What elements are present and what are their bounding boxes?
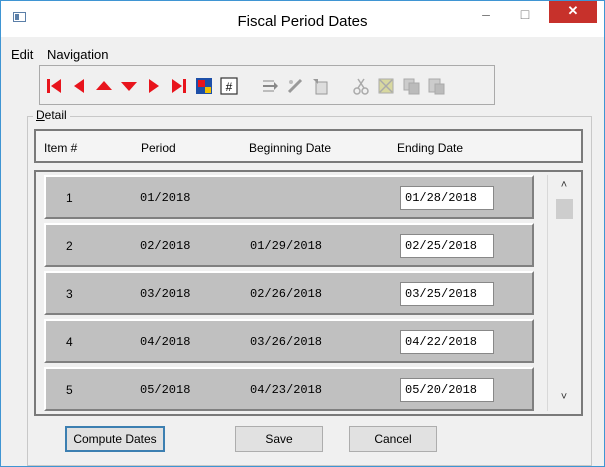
period-value: 05/2018 <box>140 383 191 397</box>
period-value: 03/2018 <box>140 287 191 301</box>
edit-icon[interactable] <box>283 74 307 98</box>
detail-list: 1 01/2018 01/28/2018 2 02/2018 01/29/201… <box>34 170 583 416</box>
table-row[interactable]: 3 03/2018 02/26/2018 03/25/2018 <box>44 271 534 315</box>
toolbar: # <box>39 65 495 105</box>
compute-dates-button[interactable]: Compute Dates <box>65 426 165 452</box>
beginning-date-value: 01/29/2018 <box>250 239 323 253</box>
ending-date-field[interactable]: 02/25/2018 <box>400 234 494 258</box>
first-record-icon[interactable] <box>42 74 66 98</box>
item-number: 1 <box>66 191 73 205</box>
new-record-icon[interactable] <box>308 74 332 98</box>
menu-edit[interactable]: Edit <box>11 47 33 62</box>
table-row[interactable]: 1 01/2018 01/28/2018 <box>44 175 534 219</box>
scroll-down-icon[interactable]: ˅ <box>548 391 580 407</box>
item-number: 2 <box>66 239 73 253</box>
cut-icon[interactable] <box>349 74 373 98</box>
fiscal-period-dates-window: Fiscal Period Dates – □ ✕ Edit Navigatio… <box>0 0 605 467</box>
scroll-up-icon[interactable]: ˄ <box>548 179 580 195</box>
cancel-button[interactable]: Cancel <box>349 426 437 452</box>
menu-bar: Edit Navigation <box>5 37 601 62</box>
scroll-thumb[interactable] <box>556 199 573 219</box>
previous-record-icon[interactable] <box>67 74 91 98</box>
table-row[interactable]: 4 04/2018 03/26/2018 04/22/2018 <box>44 319 534 363</box>
title-bar[interactable]: Fiscal Period Dates – □ ✕ <box>1 1 604 37</box>
insert-row-icon[interactable] <box>258 74 282 98</box>
next-record-icon[interactable] <box>142 74 166 98</box>
period-value: 01/2018 <box>140 191 191 205</box>
beginning-date-value: 04/23/2018 <box>250 383 323 397</box>
detail-group-label: Detail <box>33 108 70 122</box>
beginning-date-value: 02/26/2018 <box>250 287 323 301</box>
vertical-scrollbar[interactable]: ˄ ˅ <box>547 175 579 411</box>
header-period: Period <box>141 141 176 155</box>
svg-text:#: # <box>226 80 233 94</box>
table-row[interactable]: 5 05/2018 04/23/2018 05/20/2018 <box>44 367 534 411</box>
beginning-date-value: 03/26/2018 <box>250 335 323 349</box>
period-value: 02/2018 <box>140 239 191 253</box>
save-button[interactable]: Save <box>235 426 323 452</box>
delete-icon[interactable] <box>374 74 398 98</box>
header-ending-date: Ending Date <box>397 141 464 155</box>
header-item: Item # <box>44 141 78 155</box>
goto-number-icon[interactable]: # <box>217 74 241 98</box>
paste-icon[interactable] <box>424 74 448 98</box>
header-beginning-date: Beginning Date <box>249 141 332 155</box>
ending-date-field[interactable]: 04/22/2018 <box>400 330 494 354</box>
item-number: 5 <box>66 383 73 397</box>
ending-date-field[interactable]: 05/20/2018 <box>400 378 494 402</box>
item-number: 3 <box>66 287 73 301</box>
detail-header: Item # Period Beginning Date Ending Date <box>34 129 583 163</box>
last-record-icon[interactable] <box>167 74 191 98</box>
next-page-icon[interactable] <box>117 74 141 98</box>
find-icon[interactable] <box>192 74 216 98</box>
close-button[interactable]: ✕ <box>549 1 597 23</box>
maximize-button[interactable]: □ <box>511 1 539 31</box>
copy-icon[interactable] <box>399 74 423 98</box>
menu-navigation[interactable]: Navigation <box>47 47 108 62</box>
period-value: 04/2018 <box>140 335 191 349</box>
item-number: 4 <box>66 335 73 349</box>
minimize-button[interactable]: – <box>472 1 500 31</box>
table-row[interactable]: 2 02/2018 01/29/2018 02/25/2018 <box>44 223 534 267</box>
previous-page-icon[interactable] <box>92 74 116 98</box>
ending-date-field[interactable]: 01/28/2018 <box>400 186 494 210</box>
ending-date-field[interactable]: 03/25/2018 <box>400 282 494 306</box>
